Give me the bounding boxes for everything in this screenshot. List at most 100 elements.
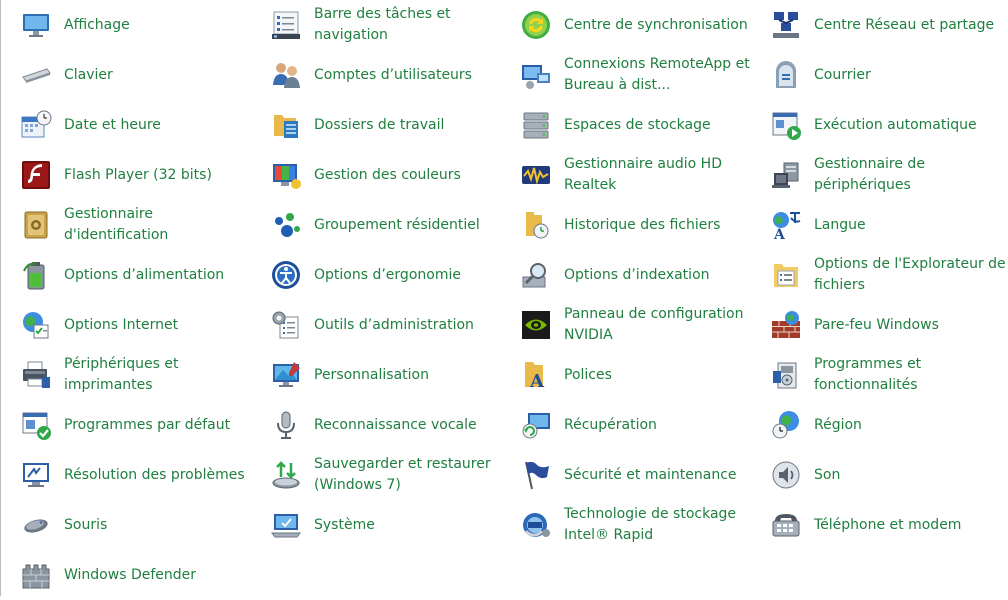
item-label: Dossiers de travail — [314, 116, 445, 133]
item-label: Historique des fichiers — [564, 216, 721, 233]
item-outils-administration[interactable]: Outils d’administration — [250, 300, 500, 350]
programs-icon — [773, 362, 797, 389]
flash-icon — [22, 161, 50, 189]
flag-icon — [525, 461, 549, 490]
firewall-icon — [772, 311, 800, 338]
item-sauvegarder-et-restaurer[interactable]: Sauvegarder et restaurer (Windows 7) — [250, 450, 500, 500]
item-peripheriques-et-imprimantes[interactable]: Périphériques et imprimantes — [0, 350, 250, 400]
item-options-indexation[interactable]: Options d’indexation — [500, 250, 750, 300]
item-label: Son — [814, 466, 841, 483]
item-gestionnaire-identification[interactable]: Gestionnaire d'identification — [0, 200, 250, 250]
folder-options-icon — [774, 264, 798, 287]
item-systeme[interactable]: Système — [250, 500, 500, 550]
item-date-et-heure[interactable]: Date et heure — [0, 100, 250, 150]
item-centre-de-synchronisation[interactable]: Centre de synchronisation — [500, 0, 750, 50]
item-groupement-residentiel[interactable]: Groupement résidentiel — [250, 200, 500, 250]
item-langue[interactable]: A Langue — [750, 200, 1008, 250]
item-recuperation[interactable]: Récupération — [500, 400, 750, 450]
item-options-internet[interactable]: Options Internet — [0, 300, 250, 350]
item-label: Langue — [814, 216, 866, 233]
homegroup-icon — [275, 213, 300, 237]
system-icon — [271, 514, 301, 538]
item-label: Téléphone et modem — [814, 516, 962, 533]
item-securite-et-maintenance[interactable]: Sécurité et maintenance — [500, 450, 750, 500]
item-label: Connexions RemoteApp et Bureau à dist... — [564, 56, 750, 93]
item-label: Courrier — [814, 66, 871, 83]
item-execution-automatique[interactable]: Exécution automatique — [750, 100, 1008, 150]
control-panel-items-grid: Affichage Barre des tâches et navigation… — [0, 0, 1008, 596]
item-label: Périphériques et imprimantes — [64, 356, 179, 393]
item-label: Options d’indexation — [564, 266, 710, 283]
autoplay-icon — [772, 112, 801, 140]
item-label: Options de l'Explorateur de fichiers — [814, 256, 1006, 293]
item-pare-feu-windows[interactable]: Pare-feu Windows — [750, 300, 1008, 350]
item-label: Personnalisation — [314, 366, 429, 383]
item-remoteapp-bureau-a-distance[interactable]: Connexions RemoteApp et Bureau à dist... — [500, 50, 750, 100]
item-options-explorateur-fichiers[interactable]: Options de l'Explorateur de fichiers — [750, 250, 1008, 300]
item-souris[interactable]: Souris — [0, 500, 250, 550]
calendar-clock-icon — [21, 110, 52, 138]
item-telephone-et-modem[interactable]: Téléphone et modem — [750, 500, 1008, 550]
personalization-icon — [273, 362, 300, 387]
item-label: Barre des tâches et navigation — [314, 6, 451, 43]
item-gestionnaire-de-peripheriques[interactable]: Gestionnaire de périphériques — [750, 150, 1008, 200]
item-options-ergonomie[interactable]: Options d’ergonomie — [250, 250, 500, 300]
item-label: Gestionnaire d'identification — [64, 206, 169, 243]
item-label: Reconnaissance vocale — [314, 416, 477, 433]
svg-text:A: A — [773, 227, 786, 241]
item-espaces-de-stockage[interactable]: Espaces de stockage — [500, 100, 750, 150]
item-programmes-et-fonctionnalites[interactable]: Programmes et fonctionnalités — [750, 350, 1008, 400]
region-icon — [772, 411, 799, 439]
item-dossiers-de-travail[interactable]: Dossiers de travail — [250, 100, 500, 150]
item-windows-defender[interactable]: Windows Defender — [0, 550, 250, 600]
item-label: Récupération — [564, 416, 657, 433]
battery-icon — [23, 262, 45, 290]
item-label: Gestionnaire de périphériques — [814, 156, 925, 193]
indexing-icon — [522, 263, 546, 288]
users-icon — [273, 63, 300, 88]
item-intel-rapid-storage[interactable]: Technologie de stockage Intel® Rapid — [500, 500, 750, 550]
item-reconnaissance-vocale[interactable]: Reconnaissance vocale — [250, 400, 500, 450]
item-gestionnaire-audio-realtek[interactable]: Gestionnaire audio HD Realtek — [500, 150, 750, 200]
audio-icon — [522, 166, 550, 185]
item-label: Système — [314, 516, 375, 533]
item-resolution-des-problemes[interactable]: Résolution des problèmes — [0, 450, 250, 500]
item-label: Options d’alimentation — [64, 266, 225, 283]
item-label: Programmes par défaut — [64, 416, 231, 433]
item-label: Polices — [564, 366, 612, 383]
item-polices[interactable]: A Polices — [500, 350, 750, 400]
color-management-icon — [273, 164, 301, 189]
keyboard-icon — [22, 68, 51, 83]
credential-vault-icon — [24, 211, 48, 239]
item-centre-reseau-et-partage[interactable]: Centre Réseau et partage — [750, 0, 1008, 50]
item-flash-player[interactable]: Flash Player (32 bits) — [0, 150, 250, 200]
item-label: Affichage — [64, 16, 130, 33]
item-label: Résolution des problèmes — [64, 466, 245, 483]
admin-tools-icon — [272, 311, 299, 339]
troubleshooting-icon — [23, 463, 49, 487]
item-label: Sécurité et maintenance — [564, 466, 737, 483]
item-label: Technologie de stockage Intel® Rapid — [564, 506, 737, 543]
item-region[interactable]: Région — [750, 400, 1008, 450]
item-historique-des-fichiers[interactable]: Historique des fichiers — [500, 200, 750, 250]
item-label: Gestion des couleurs — [314, 166, 461, 183]
item-courrier[interactable]: Courrier — [750, 50, 1008, 100]
item-panneau-nvidia[interactable]: Panneau de configuration NVIDIA — [500, 300, 750, 350]
item-barre-des-taches[interactable]: Barre des tâches et navigation — [250, 0, 500, 50]
monitor-icon — [23, 14, 49, 37]
item-comptes-utilisateurs[interactable]: Comptes d’utilisateurs — [250, 50, 500, 100]
item-affichage[interactable]: Affichage — [0, 0, 250, 50]
sync-icon — [522, 11, 550, 39]
item-label: Région — [814, 416, 862, 433]
item-son[interactable]: Son — [750, 450, 1008, 500]
mouse-icon — [24, 519, 48, 533]
item-options-alimentation[interactable]: Options d’alimentation — [0, 250, 250, 300]
item-programmes-par-defaut[interactable]: Programmes par défaut — [0, 400, 250, 450]
item-personnalisation[interactable]: Personnalisation — [250, 350, 500, 400]
item-label: Centre de synchronisation — [564, 16, 748, 33]
item-gestion-des-couleurs[interactable]: Gestion des couleurs — [250, 150, 500, 200]
file-history-icon — [526, 212, 549, 239]
item-clavier[interactable]: Clavier — [0, 50, 250, 100]
item-label: Options d’ergonomie — [314, 266, 461, 283]
internet-options-icon — [23, 312, 49, 339]
